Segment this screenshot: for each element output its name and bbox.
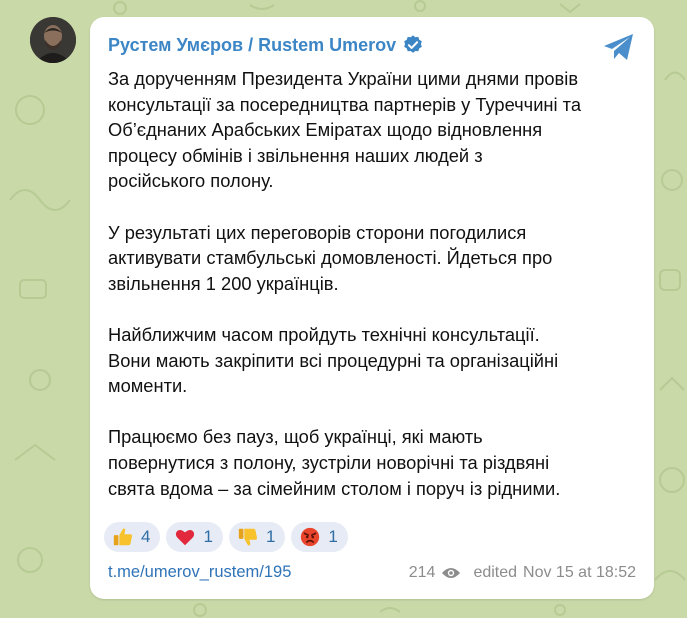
text-line: російського полону. — [108, 170, 274, 192]
thumbs-down-icon — [238, 528, 257, 546]
text-line: Об’єднаних Арабських Еміратах щодо відно… — [108, 119, 543, 141]
avatar[interactable] — [30, 17, 76, 63]
reaction-heart[interactable]: 1 — [166, 522, 223, 552]
text-line: звільнення 1 200 українців. — [108, 272, 339, 294]
text-line: За дорученням Президента України цими дн… — [108, 68, 579, 89]
post-link[interactable]: t.me/umerov_rustem/195 — [108, 563, 291, 582]
text-line: свята вдома – за сімейним столом і поруч… — [108, 477, 561, 499]
text-line: активувати стамбульські домовленості. Йд… — [108, 247, 553, 269]
thumbs-up-icon — [113, 528, 132, 546]
angry-face-icon — [301, 527, 320, 547]
reaction-count: 4 — [141, 527, 151, 546]
verified-badge-icon — [404, 35, 422, 53]
paragraph-4: Працюємо без пауз, щоб українці, які маю… — [108, 424, 648, 501]
reaction-thumbs-up[interactable]: 4 — [104, 522, 161, 552]
text-line: Вони мають закріпити всі процедурні та о… — [108, 349, 559, 371]
heart-icon — [176, 529, 195, 546]
reaction-count: 1 — [203, 527, 213, 546]
text-line: процесу обмінів і звільнення наших людей… — [108, 144, 483, 166]
text-line: Найближчим часом пройдуть технічні консу… — [108, 323, 540, 345]
text-line: моменти. — [108, 375, 188, 397]
view-count: 214 — [408, 564, 436, 581]
message-header: Рустем Умєров / Rustem Umerov — [108, 34, 424, 56]
text-line: повернутися з полону, зустріли новорічні… — [108, 451, 550, 473]
paragraph-1: За дорученням Президента України цими дн… — [108, 66, 648, 194]
timestamp: Nov 15 at 18:52 — [523, 564, 636, 581]
telegram-share-icon[interactable] — [602, 32, 636, 62]
channel-name[interactable]: Рустем Умєров / Rustem Umerov — [108, 35, 396, 56]
message-footer: t.me/umerov_rustem/195 214 edited Nov 15… — [108, 563, 636, 583]
paragraph-2: У результаті цих переговорів сторони пог… — [108, 220, 648, 297]
reactions-bar: 4 1 1 1 — [104, 522, 348, 552]
text-line: консультації за посередництва партнерів … — [108, 93, 581, 115]
paragraph-3: Найближчим часом пройдуть технічні консу… — [108, 322, 648, 399]
text-line: Працюємо без пауз, щоб українці, які маю… — [108, 426, 483, 448]
eye-icon — [442, 568, 461, 578]
reaction-count: 1 — [265, 527, 276, 546]
text-line: У результаті цих переговорів сторони пог… — [108, 221, 527, 243]
edited-label: edited — [473, 564, 518, 581]
avatar-photo — [30, 17, 76, 63]
message-text: За дорученням Президента України цими дн… — [108, 66, 648, 501]
message-meta: 214 edited Nov 15 at 18:52 — [409, 564, 636, 582]
reaction-thumbs-down[interactable]: 1 — [228, 522, 286, 552]
reaction-count: 1 — [328, 527, 338, 546]
message-bubble: Рустем Умєров / Rustem Umerov За доручен… — [90, 17, 654, 599]
reaction-angry[interactable]: 1 — [291, 522, 348, 552]
